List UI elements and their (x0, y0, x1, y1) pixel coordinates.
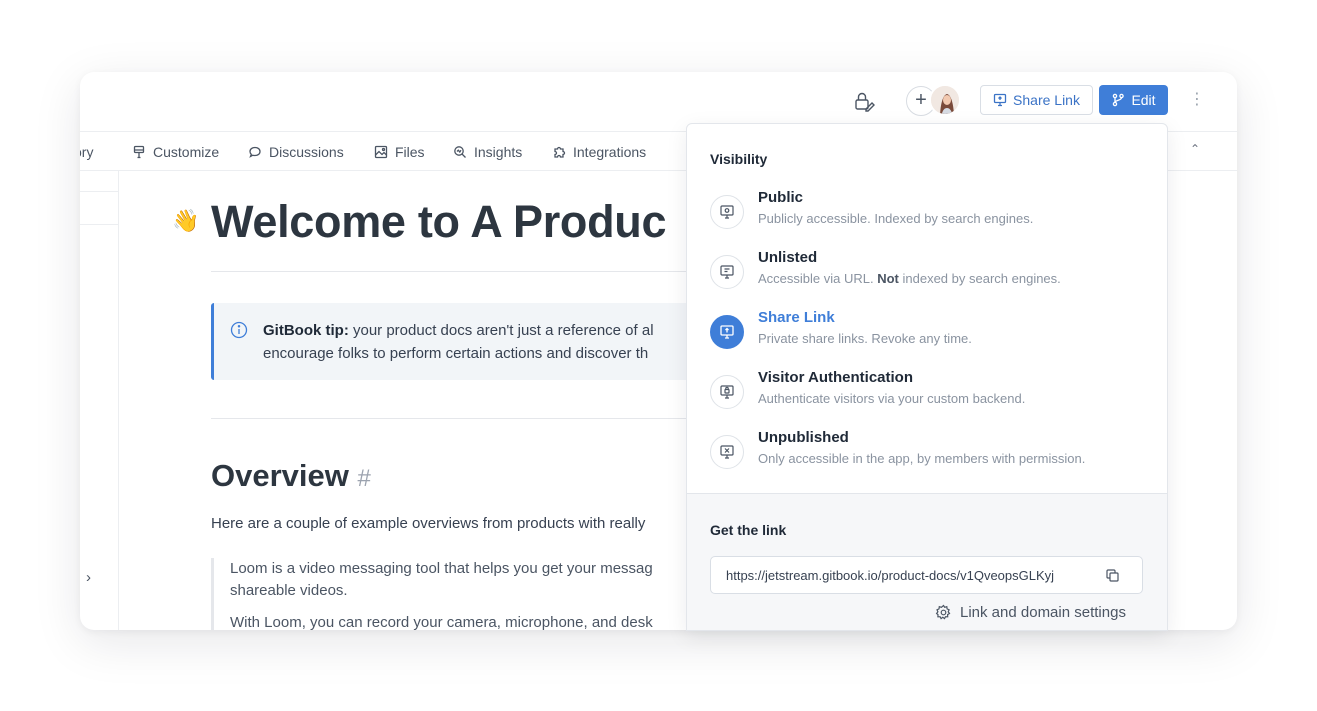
option-title: Public (758, 189, 804, 206)
tab-discussions[interactable]: Discussions (248, 132, 344, 171)
tab-history[interactable]: ory (80, 132, 93, 171)
hint-bold: GitBook tip: (263, 322, 349, 339)
tab-label: Files (395, 143, 425, 160)
option-description: Only accessible in the app, by members w… (758, 451, 1086, 466)
unpublished-icon (710, 435, 744, 469)
share-link-icon (993, 93, 1007, 107)
desc-part: indexed by search engines. (898, 271, 1061, 286)
gear-icon (935, 604, 951, 620)
option-title: Share Link (758, 309, 835, 326)
left-sidebar: › (80, 171, 119, 630)
chevron-right-icon[interactable]: › (86, 569, 91, 586)
info-icon (230, 321, 248, 344)
quote-line2: shareable videos. (230, 582, 348, 599)
share-url-field[interactable]: https://jetstream.gitbook.io/product-doc… (710, 556, 1143, 594)
tab-label: Customize (153, 143, 220, 160)
desc-part: Accessible via URL. (758, 271, 878, 286)
link-settings-label: Link and domain settings (960, 604, 1126, 621)
share-link-label: Share Link (1013, 92, 1080, 108)
edit-label: Edit (1131, 92, 1156, 108)
option-description: Authenticate visitors via your custom ba… (758, 391, 1026, 406)
page-title: Welcome to A Produc (211, 196, 667, 247)
lock-edit-icon[interactable] (853, 90, 875, 112)
overview-paragraph: Here are a couple of example overviews f… (211, 515, 646, 532)
option-description: Private share links. Revoke any time. (758, 331, 972, 346)
kebab-menu-icon[interactable]: ⋮ (1188, 89, 1206, 111)
visitor-auth-icon (710, 375, 744, 409)
sidebar-search-box[interactable] (80, 191, 118, 225)
overview-heading: Overview # (211, 458, 371, 494)
anchor-hash[interactable]: # (358, 465, 371, 492)
tab-integrations[interactable]: Integrations (552, 132, 646, 171)
visibility-option-share-link[interactable]: Share Link Private share links. Revoke a… (710, 307, 1150, 357)
visibility-option-public[interactable]: Public Publicly accessible. Indexed by s… (710, 187, 1150, 237)
visibility-option-unpublished[interactable]: Unpublished Only accessible in the app, … (710, 427, 1150, 477)
quote-line1: Loom is a video messaging tool that help… (230, 560, 653, 577)
visibility-option-unlisted[interactable]: Unlisted Accessible via URL. Not indexed… (710, 247, 1150, 297)
unlisted-icon (710, 255, 744, 289)
tab-insights[interactable]: Insights (453, 132, 522, 171)
desc-bold: Not (877, 271, 899, 286)
hint-line1: your product docs aren't just a referenc… (348, 322, 654, 339)
tab-customize[interactable]: Customize (132, 132, 219, 171)
edit-button[interactable]: Edit (1099, 85, 1168, 115)
image-icon (374, 145, 388, 158)
chat-bubble-icon (249, 146, 261, 158)
share-link-button[interactable]: Share Link (980, 85, 1093, 115)
public-icon (710, 195, 744, 229)
option-title: Unlisted (758, 249, 818, 266)
insights-icon (454, 145, 466, 158)
get-link-heading: Get the link (710, 522, 787, 538)
option-description: Accessible via URL. Not indexed by searc… (758, 271, 1061, 286)
puzzle-icon (554, 146, 566, 158)
tab-files[interactable]: Files (374, 132, 425, 171)
copy-icon[interactable] (1105, 568, 1120, 588)
share-link-icon (710, 315, 744, 349)
avatar[interactable] (929, 84, 961, 116)
option-description: Publicly accessible. Indexed by search e… (758, 211, 1034, 226)
tab-label: Insights (474, 143, 523, 160)
option-title: Unpublished (758, 429, 849, 446)
chevron-up-icon[interactable]: ⌃ (1190, 142, 1200, 156)
visibility-option-visitor-authentication[interactable]: Visitor Authentication Authenticate visi… (710, 367, 1150, 417)
visibility-heading: Visibility (710, 151, 768, 167)
visibility-popover: Visibility Public Publicly accessible. I… (686, 123, 1168, 631)
get-link-section: Get the link https://jetstream.gitbook.i… (687, 493, 1167, 630)
option-title: Visitor Authentication (758, 369, 914, 386)
link-domain-settings-link[interactable]: Link and domain settings (935, 604, 1126, 621)
brush-icon (133, 145, 145, 158)
hint-line2: encourage folks to perform certain actio… (263, 345, 649, 362)
tab-label: Integrations (573, 143, 647, 160)
tab-label: ory (80, 143, 94, 160)
share-url-text[interactable]: https://jetstream.gitbook.io/product-doc… (726, 568, 1104, 583)
overview-heading-text: Overview (211, 458, 349, 493)
tab-label: Discussions (269, 143, 344, 160)
waving-hand-icon: 👋 (172, 208, 200, 233)
branch-icon (1113, 93, 1125, 107)
